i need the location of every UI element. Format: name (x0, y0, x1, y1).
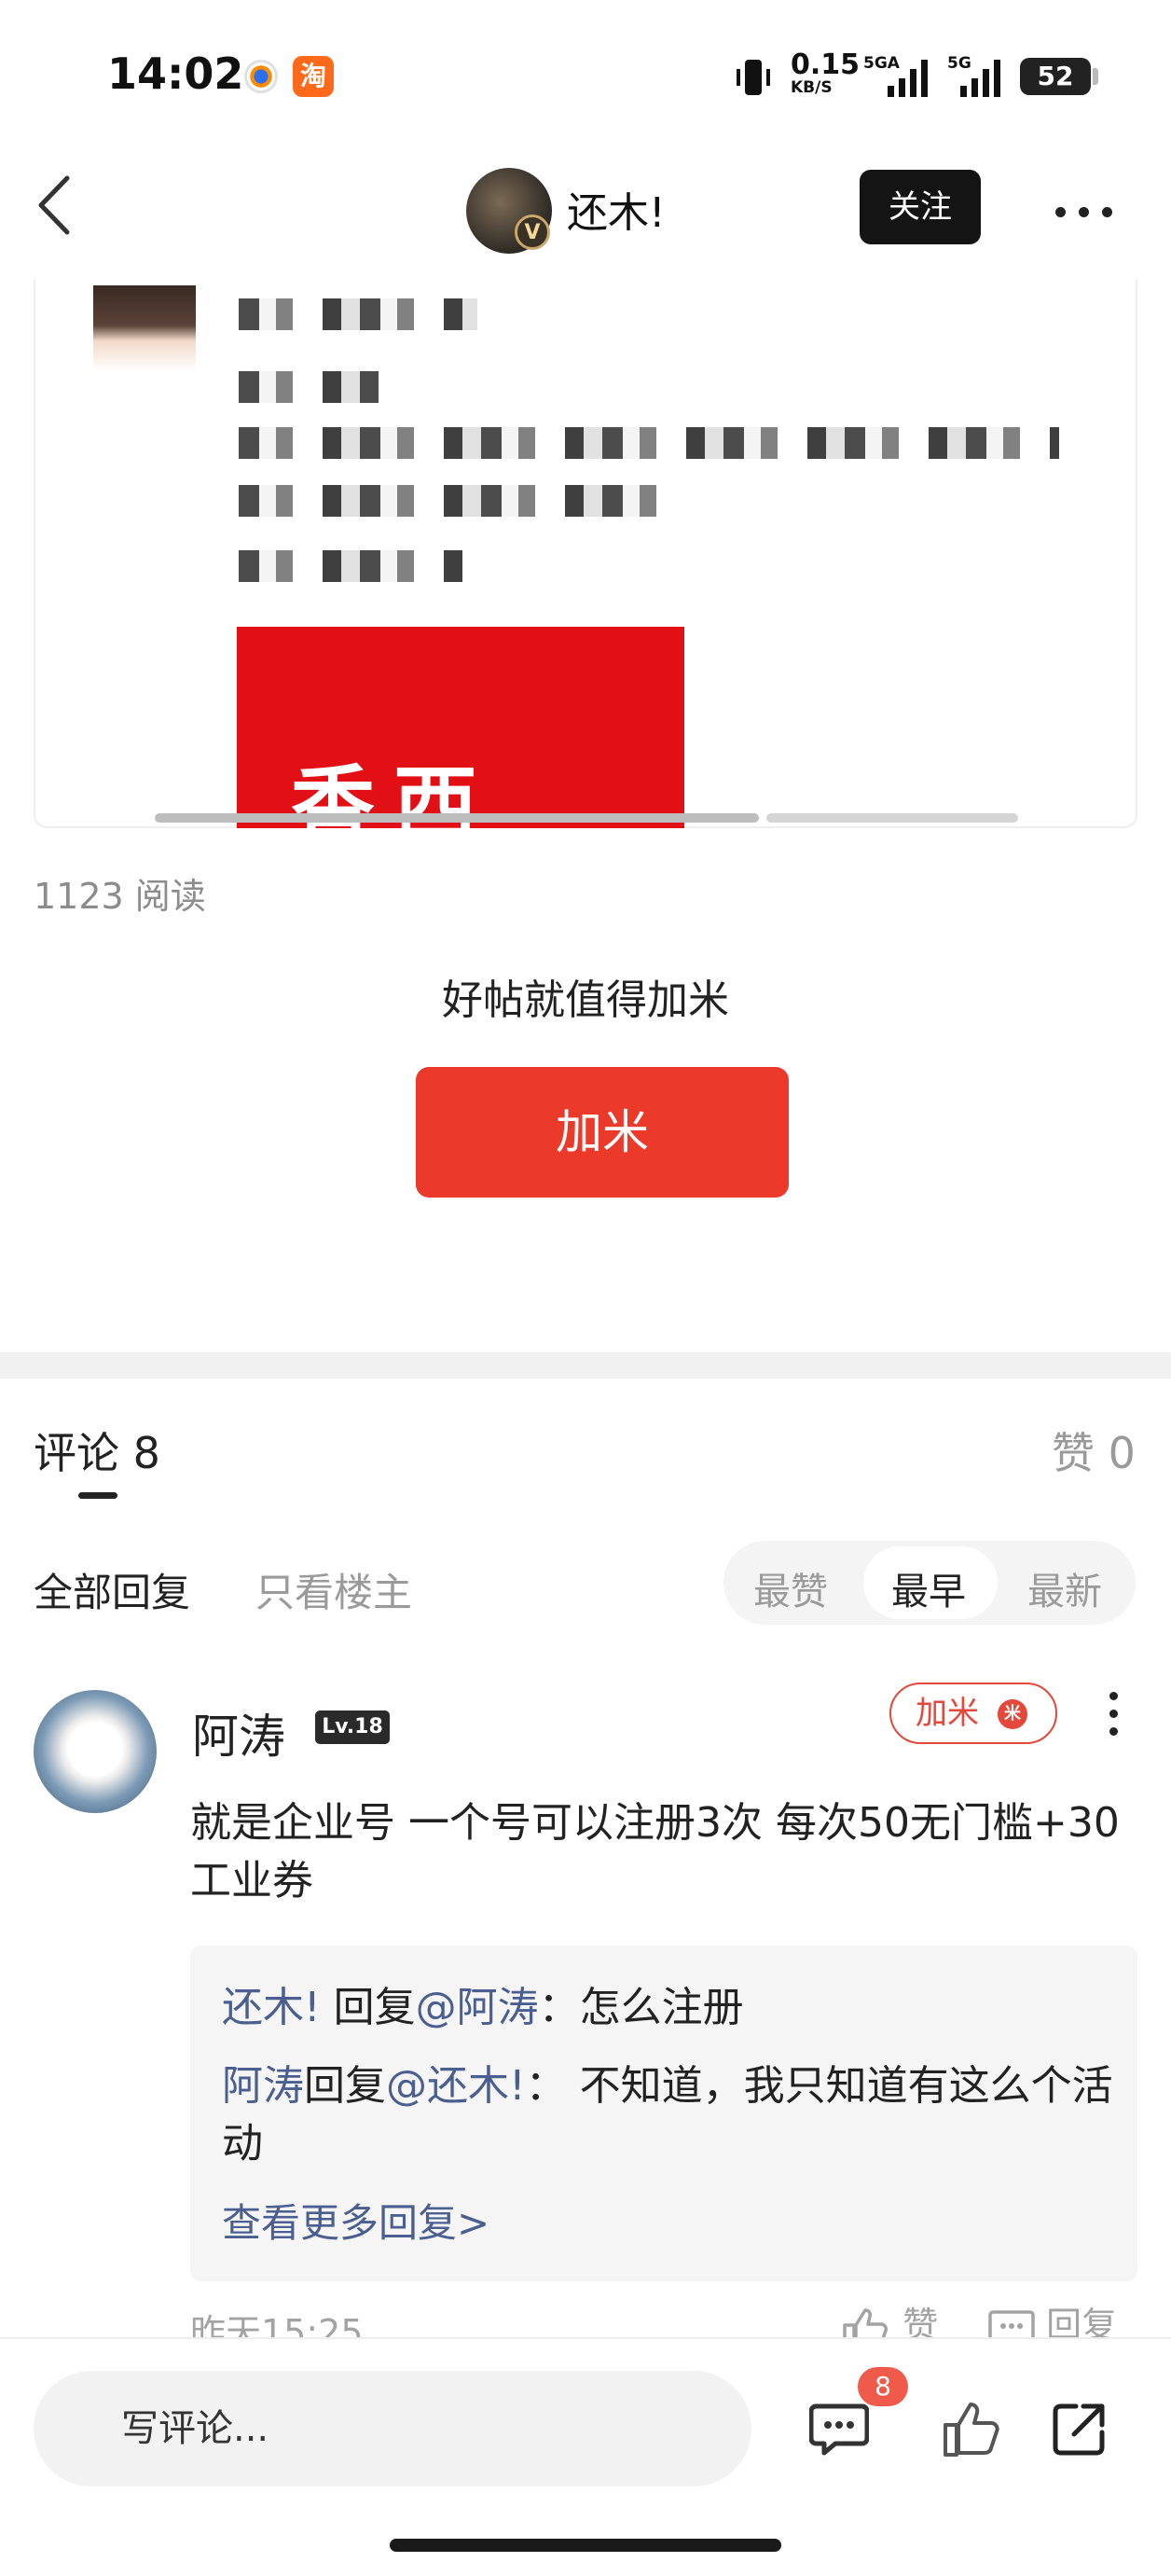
back-chevron-icon[interactable] (35, 173, 73, 238)
reply-from[interactable]: 阿涛 (222, 2062, 304, 2110)
comment-more-icon[interactable] (1109, 1692, 1118, 1745)
more-icon[interactable] (1055, 203, 1125, 221)
author-name[interactable]: 还木! (567, 179, 666, 239)
coin-icon: 米 (998, 1699, 1027, 1729)
comment-text: 就是企业号 一个号可以注册3次 每次50无门槛+30工业券 (190, 1799, 1120, 1904)
battery-cap (1093, 68, 1098, 85)
comments-tab[interactable]: 评论 8 (34, 1420, 160, 1481)
follow-button[interactable]: 关注 (860, 170, 981, 244)
write-comment-input[interactable]: 写评论... (34, 2371, 751, 2486)
filter-op-only[interactable]: 只看楼主 (255, 1561, 412, 1618)
reply-to[interactable]: @还木! (386, 2062, 526, 2110)
blurred-text (239, 485, 658, 517)
status-time: 14:02 (107, 48, 244, 99)
commenter-name[interactable]: 阿涛 (192, 1699, 285, 1766)
reply-from[interactable]: 还木! (222, 1984, 321, 2031)
reply-to[interactable]: @阿涛 (416, 1984, 539, 2031)
view-more-replies-link[interactable]: 查看更多回复> (222, 2192, 489, 2249)
comment-icon[interactable] (809, 2399, 869, 2458)
comment-count-badge: 8 (858, 2367, 908, 2406)
read-count: 1123 阅读 (34, 876, 206, 917)
reply-item[interactable]: 还木! 回复@阿涛：怎么注册 (222, 1979, 1117, 2037)
sort-newest[interactable]: 最新 (1027, 1561, 1102, 1615)
reply-item[interactable]: 阿涛回复@还木!： 不知道，我只知道有这么个活动 (222, 2057, 1117, 2173)
thumb-up-icon[interactable] (940, 2399, 999, 2458)
level-badge: Lv.18 (315, 1710, 390, 1744)
sort-most-liked[interactable]: 最赞 (753, 1561, 828, 1615)
net-speed-unit: KB/S (791, 78, 833, 97)
reply-text: ：怎么注册 (538, 1984, 744, 2031)
tip-button[interactable]: 加米 (416, 1067, 789, 1198)
image-scroll-indicator (155, 813, 759, 823)
comment-tip-button[interactable]: 加米 (889, 1683, 1057, 1744)
commenter-avatar[interactable] (34, 1690, 157, 1813)
signal-bars-icon-2 (960, 60, 1000, 97)
battery-icon: 52 (1020, 58, 1091, 95)
home-indicator[interactable] (390, 2539, 781, 2552)
comments-tab-underline (78, 1492, 117, 1499)
blurred-text (239, 298, 477, 330)
blurred-text (239, 550, 462, 582)
reply-verb: 回复 (304, 2062, 386, 2110)
section-divider (0, 1352, 1171, 1378)
tip-prompt: 好帖就值得加米 (442, 976, 729, 1024)
likes-tab[interactable]: 赞 0 (1052, 1420, 1136, 1481)
reply-verb: 回复 (320, 1984, 416, 2031)
blurred-text (239, 427, 1059, 459)
image-scroll-indicator-2 (766, 813, 1018, 823)
taobao-app-icon: 淘 (293, 56, 334, 97)
verified-badge-icon: V (515, 215, 550, 250)
net-speed-value: 0.15 (791, 48, 861, 81)
filter-all-replies[interactable]: 全部回复 (34, 1561, 190, 1618)
embedded-avatar (93, 285, 196, 386)
blurred-text (239, 371, 379, 403)
signal-bars-icon (888, 60, 928, 97)
net-speed: 0.15 KB/S (791, 48, 861, 98)
vibrate-icon (737, 60, 770, 95)
sort-earliest[interactable]: 最早 (891, 1561, 966, 1615)
share-icon[interactable] (1050, 2399, 1109, 2458)
baidu-app-icon (244, 60, 278, 93)
